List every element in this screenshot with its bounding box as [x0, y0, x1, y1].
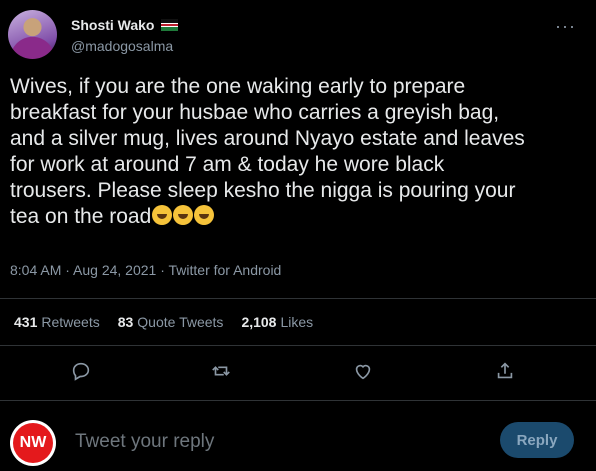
tweet-header: Shosti Wako @madogosalma ···	[8, 10, 588, 60]
user-avatar-initials: NW	[13, 423, 53, 463]
divider	[0, 345, 596, 346]
tweet-text-line: and a silver mug, lives around Nyayo est…	[10, 127, 525, 150]
tweet-stats: 431 Retweets 83 Quote Tweets 2,108 Likes	[14, 314, 313, 330]
likes-label: Likes	[280, 314, 314, 330]
author-display-name[interactable]: Shosti Wako	[71, 17, 155, 33]
likes-stat[interactable]: 2,108 Likes	[241, 314, 313, 330]
share-icon[interactable]	[494, 360, 520, 386]
quote-tweets-count: 83	[117, 314, 134, 330]
tweet-card: Shosti Wako @madogosalma ··· Wives, if y…	[0, 0, 596, 471]
retweet-icon[interactable]	[210, 360, 236, 386]
retweets-stat[interactable]: 431 Retweets	[14, 314, 100, 330]
like-icon[interactable]	[352, 360, 378, 386]
reply-button[interactable]: Reply	[500, 422, 574, 458]
tweet-metadata[interactable]: 8:04 AM · Aug 24, 2021 · Twitter for And…	[10, 262, 281, 278]
rolling-laughing-emoji-icon	[194, 205, 215, 225]
rolling-laughing-emoji-icon	[173, 205, 194, 225]
author-avatar[interactable]	[8, 10, 57, 59]
reply-composer: NW Reply	[0, 414, 596, 471]
tweet-text-line: breakfast for your husbae who carries a …	[10, 101, 500, 124]
tweet-text-line: tea on the road	[10, 205, 152, 228]
more-options-icon[interactable]: ···	[555, 16, 576, 37]
tweet-text-line: Wives, if you are the one waking early t…	[10, 75, 466, 98]
kenya-flag-icon	[160, 19, 178, 31]
tweet-text-line: for work at around 7 am & today he wore …	[10, 153, 445, 176]
user-avatar[interactable]: NW	[10, 420, 56, 466]
reply-icon[interactable]	[70, 360, 96, 386]
retweets-count: 431	[14, 314, 38, 330]
divider	[0, 400, 596, 401]
retweets-label: Retweets	[41, 314, 100, 330]
likes-count: 2,108	[241, 314, 277, 330]
quote-tweets-stat[interactable]: 83 Quote Tweets	[118, 314, 224, 330]
rolling-laughing-emoji-icon	[152, 205, 173, 225]
tweet-body: Wives, if you are the one waking early t…	[10, 74, 585, 230]
reply-input[interactable]	[73, 430, 457, 454]
quote-tweets-label: Quote Tweets	[137, 314, 224, 330]
divider	[0, 298, 596, 299]
author-handle[interactable]: @madogosalma	[71, 38, 173, 54]
tweet-text-line: trousers. Please sleep kesho the nigga i…	[10, 179, 516, 202]
author-name-row: Shosti Wako	[71, 17, 178, 33]
tweet-actions	[0, 360, 596, 386]
